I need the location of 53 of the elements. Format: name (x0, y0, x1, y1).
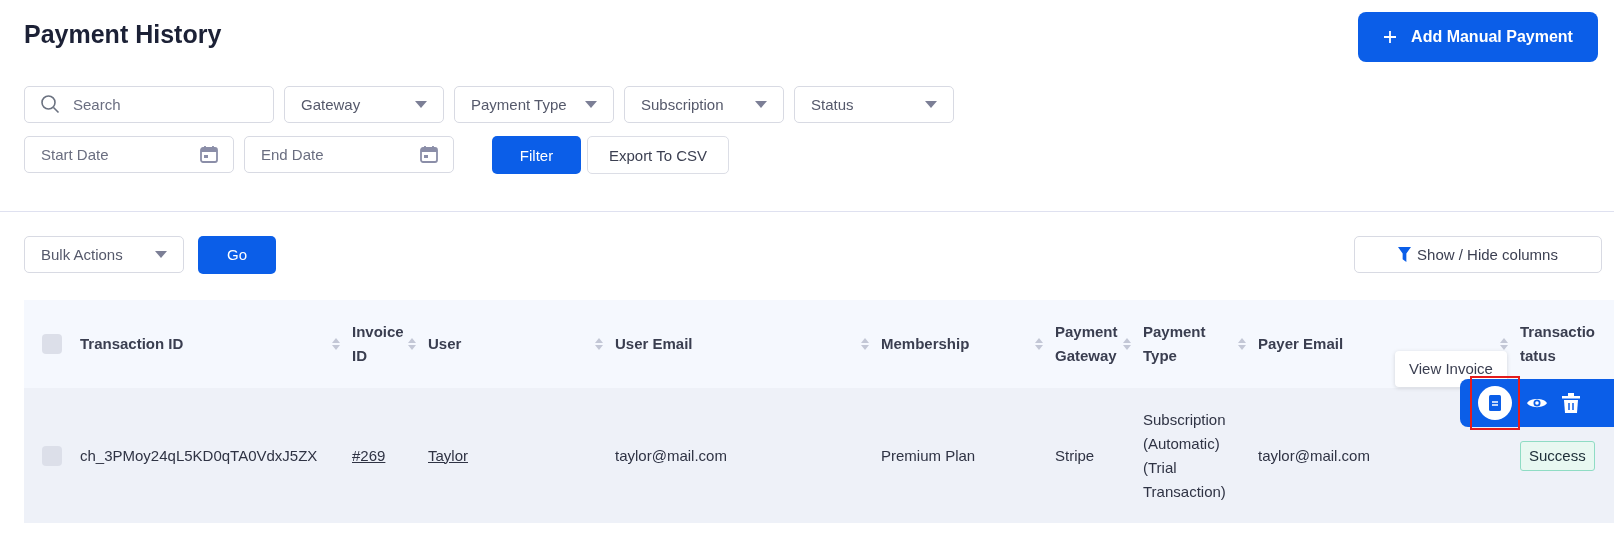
table-cell: taylor@mail.com (615, 446, 727, 464)
column-header: Payment Type (1143, 322, 1206, 366)
checkbox[interactable] (42, 334, 62, 354)
date-field[interactable]: End Date (244, 136, 454, 173)
bulk-actions-dropdown[interactable]: Bulk Actions (24, 236, 184, 273)
column-header: Transaction ID (80, 334, 184, 354)
table-cell: Stripe (1055, 446, 1095, 464)
sort-icon[interactable] (1500, 338, 1508, 350)
column-header: Membership (881, 334, 970, 354)
trash-icon[interactable] (1562, 392, 1580, 413)
calendar-icon (420, 145, 438, 163)
filter-button[interactable]: Filter (492, 136, 581, 174)
caret-icon (415, 101, 427, 108)
columns-button[interactable]: Show / Hide columns (1354, 236, 1602, 273)
table-cell: taylor@mail.com (1258, 446, 1370, 464)
filter-dropdown[interactable]: Status (794, 86, 954, 123)
sort-icon[interactable] (861, 338, 869, 350)
column-header: User Email (615, 334, 693, 354)
column-header: Payment Gateway (1055, 322, 1118, 366)
column-header: Payer Email (1258, 334, 1344, 354)
table-cell: Subscription (Automatic) (Trial Transaction) (1143, 410, 1226, 500)
invoice-icon[interactable] (1478, 385, 1512, 420)
column-header: Transactio tatus (1520, 322, 1596, 366)
sort-icon[interactable] (408, 338, 416, 350)
go-button[interactable]: Go (198, 235, 276, 274)
column-header: User (428, 334, 462, 354)
table-link[interactable]: Taylor (428, 446, 468, 464)
table-link[interactable]: #269 (352, 446, 386, 464)
sort-icon[interactable] (332, 338, 340, 350)
export-button[interactable]: Export To CSV (587, 136, 729, 174)
status-badge: Success (1520, 440, 1595, 471)
filter-dropdown[interactable]: Subscription (624, 86, 784, 123)
page-title: Payment History (24, 20, 222, 49)
table-cell: ch_3PMoy24qL5KD0qTA0VdxJ5ZX (80, 446, 318, 464)
filter-icon (1398, 247, 1412, 262)
sort-icon[interactable] (595, 338, 603, 350)
filter-dropdown[interactable]: Gateway (284, 86, 444, 123)
sort-icon[interactable] (1238, 338, 1246, 350)
filter-dropdown[interactable]: Payment Type (454, 86, 614, 123)
caret-icon (755, 101, 767, 108)
sort-icon[interactable] (1123, 338, 1131, 350)
caret-icon (585, 101, 597, 108)
caret-icon (925, 101, 937, 108)
sort-icon[interactable] (1035, 338, 1043, 350)
column-header: Invoice ID (352, 322, 404, 366)
calendar-icon (200, 145, 218, 163)
add-payment-button[interactable]: Add Manual Payment (1358, 12, 1598, 62)
plus-icon (1383, 30, 1398, 44)
caret-icon (155, 251, 167, 258)
search-icon (40, 94, 60, 114)
date-field[interactable]: Start Date (24, 136, 234, 173)
table-cell: Premium Plan (881, 446, 976, 464)
search-field[interactable]: Search (24, 86, 274, 123)
